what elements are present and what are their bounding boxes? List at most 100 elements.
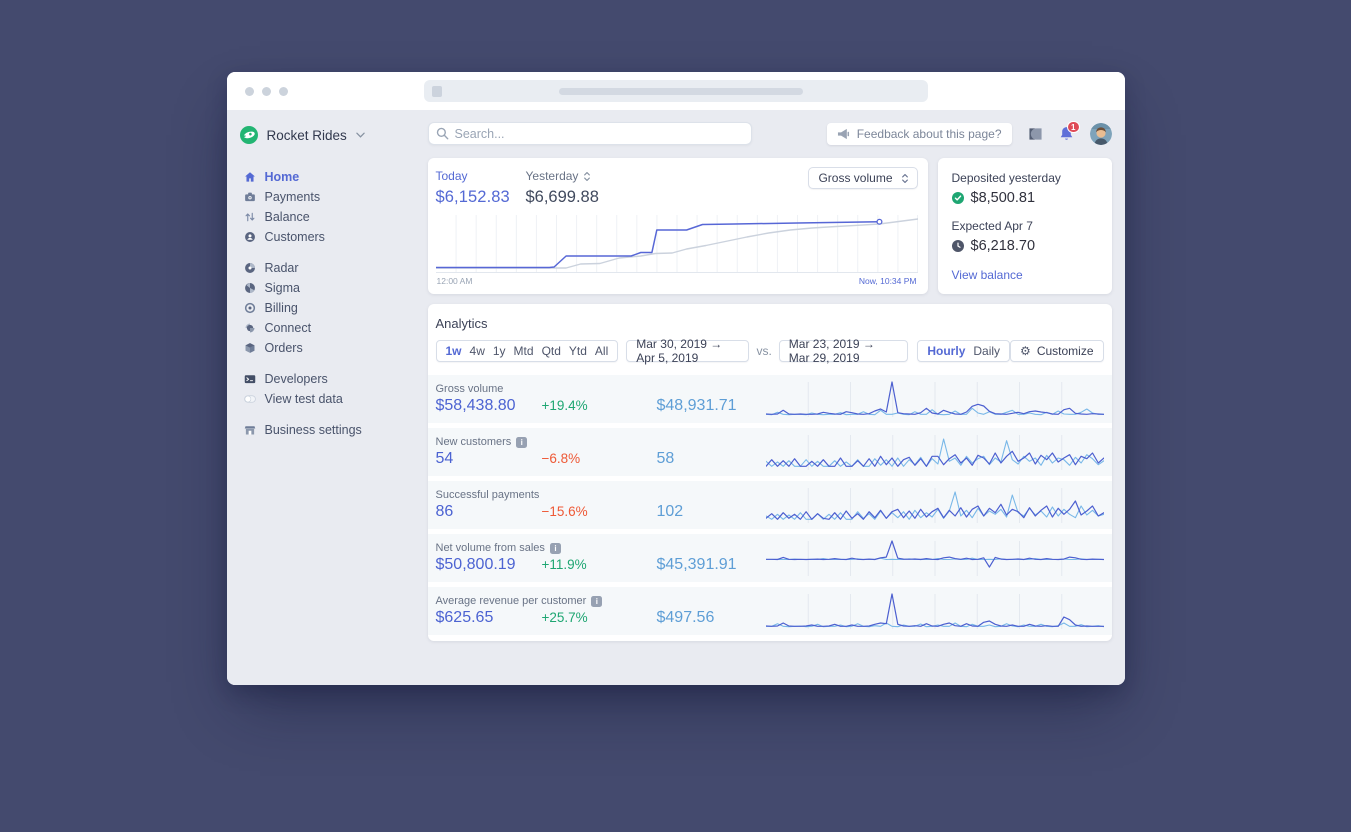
yesterday-column: Yesterday $6,699.88 <box>526 169 616 207</box>
notifications-button[interactable]: 1 <box>1059 120 1080 142</box>
metric-label: Successful payments <box>435 489 540 501</box>
feedback-button[interactable]: Feedback about this page? <box>826 122 1012 145</box>
test-data-toggle <box>243 393 257 405</box>
sidebar-item-business-settings[interactable]: Business settings <box>227 420 420 440</box>
sidebar-nav: Home Payments Balance Customers Radar Sigma Bi… <box>227 167 420 440</box>
nav-group: Home Payments Balance Customers <box>227 167 420 247</box>
sidebar-item-sigma[interactable]: Sigma <box>227 278 420 298</box>
granularity-hourly[interactable]: Hourly <box>927 344 965 358</box>
analytics-card: Analytics 1w 4w 1y Mtd Qtd Ytd All Mar 30, 201… <box>427 304 1112 641</box>
browser-chrome <box>226 72 1125 110</box>
sidebar-item-home[interactable]: Home <box>227 167 420 187</box>
clock-icon <box>951 240 964 252</box>
current-period-picker[interactable]: Mar 30, 2019 → Apr 5, 2019 <box>626 337 750 365</box>
billing-icon <box>243 302 257 314</box>
account-switcher[interactable]: Rocket Rides <box>227 126 420 144</box>
sidebar-item-radar[interactable]: Radar <box>227 258 420 278</box>
customize-button[interactable]: ⚙ Customize <box>1010 340 1104 362</box>
window-control-dot[interactable] <box>261 86 271 96</box>
metric-rows: Gross volume $58,438.80 +19.4% $48,931.7… <box>427 375 1112 635</box>
window-control-dot[interactable] <box>244 86 254 96</box>
sidebar-item-label: Business settings <box>264 423 362 437</box>
deposited-label: Deposited yesterday <box>951 171 1061 185</box>
developers-icon <box>243 373 257 385</box>
sparkline-wrap <box>765 486 1104 524</box>
home-icon <box>243 171 257 183</box>
metric-current-value: 54 <box>435 450 454 467</box>
axis-end-label: Now, 10:34 PM <box>858 276 917 286</box>
megaphone-icon <box>837 128 849 139</box>
comparison-selector[interactable]: Yesterday <box>526 169 616 183</box>
payments-icon <box>243 191 257 203</box>
info-icon[interactable]: i <box>591 595 603 607</box>
search-input[interactable] <box>427 122 752 145</box>
search-box <box>427 122 752 145</box>
expected-value: $6,218.70 <box>970 238 1036 254</box>
analytics-filters: 1w 4w 1y Mtd Qtd Ytd All Mar 30, 2019 → Apr 5,… <box>428 337 1112 365</box>
deposited-value-row: $8,500.81 <box>951 190 1098 206</box>
sidebar-item-label: Balance <box>264 210 310 224</box>
range-preset-1w[interactable]: 1w <box>446 344 462 358</box>
metric-previous-value: $45,391.91 <box>656 556 737 573</box>
metric-row-net-volume-from-sales: Net volume from sales i $50,800.19 +11.9… <box>427 534 1112 582</box>
metric-summary: Net volume from sales i $50,800.19 +11.9… <box>436 542 766 574</box>
window-controls[interactable] <box>244 86 288 96</box>
profile-button[interactable] <box>1089 122 1112 145</box>
metric-current-value: $50,800.19 <box>435 556 516 573</box>
range-preset-qtd[interactable]: Qtd <box>542 344 561 358</box>
today-column: Today $6,152.83 <box>436 169 526 207</box>
sidebar-item-payments[interactable]: Payments <box>227 187 420 207</box>
today-label: Today <box>435 169 468 183</box>
metric-current-value: $625.65 <box>435 609 494 626</box>
metric-select[interactable]: Gross volume <box>808 167 918 189</box>
sparkline-chart <box>765 435 1104 470</box>
sidebar-item-billing[interactable]: Billing <box>227 298 420 318</box>
metric-delta: +19.4% <box>541 398 588 413</box>
sort-updown-icon <box>584 171 591 181</box>
expected-label: Expected Apr 7 <box>951 219 1033 233</box>
window-control-dot[interactable] <box>278 86 288 96</box>
sidebar-item-customers[interactable]: Customers <box>227 227 420 247</box>
sidebar-item-label: Payments <box>264 190 321 204</box>
sidebar-item-orders[interactable]: Orders <box>227 338 420 358</box>
sidebar-item-label: Developers <box>264 372 328 386</box>
metric-summary: Gross volume $58,438.80 +19.4% $48,931.7… <box>436 383 766 415</box>
sparkline-chart <box>765 540 1104 576</box>
metric-summary: New customers i 54 −6.8% 58 <box>436 436 766 468</box>
yesterday-value: $6,699.88 <box>525 188 599 206</box>
range-preset-all[interactable]: All <box>595 344 608 358</box>
previous-period-picker[interactable]: Mar 23, 2019 → Mar 29, 2019 <box>778 337 909 365</box>
metric-previous-value: $48,931.71 <box>656 397 737 414</box>
sidebar-item-developers[interactable]: Developers <box>227 369 420 389</box>
metric-row-new-customers: New customers i 54 −6.8% 58 <box>427 428 1112 476</box>
granularity-daily[interactable]: Daily <box>973 344 1000 358</box>
today-endpoint-marker <box>875 218 882 225</box>
metric-label: Net volume from sales <box>435 542 545 554</box>
today-chart-card: Today $6,152.83 Yesterday $6,699.88 Gros… <box>427 158 928 294</box>
sparkline-chart <box>765 593 1104 629</box>
book-icon <box>1028 127 1042 140</box>
nav-group: Business settings <box>227 420 420 440</box>
sidebar-item-label: Radar <box>264 261 299 275</box>
nav-group: Radar Sigma Billing Connect Orders <box>227 258 420 358</box>
range-preset-4w[interactable]: 4w <box>470 344 485 358</box>
range-preset-ytd[interactable]: Ytd <box>569 344 587 358</box>
range-preset-mtd[interactable]: Mtd <box>514 344 534 358</box>
docs-button[interactable] <box>1028 127 1043 141</box>
feedback-label: Feedback about this page? <box>856 126 1002 141</box>
sidebar-item-connect[interactable]: Connect <box>227 318 420 338</box>
info-icon[interactable]: i <box>516 436 528 448</box>
info-icon[interactable]: i <box>549 542 561 554</box>
today-vs-yesterday-chart <box>435 215 918 273</box>
view-balance-link[interactable]: View balance <box>952 268 1023 282</box>
sidebar-item-balance[interactable]: Balance <box>227 207 420 227</box>
sparkline-wrap <box>765 539 1104 577</box>
sidebar-item-label: View test data <box>264 392 343 406</box>
current-period-label: Mar 30, 2019 → Apr 5, 2019 <box>636 337 723 365</box>
select-updown-icon <box>901 173 908 183</box>
range-preset-1y[interactable]: 1y <box>493 344 506 358</box>
yesterday-label: Yesterday <box>525 169 579 183</box>
address-bar[interactable] <box>423 80 928 102</box>
sidebar-item-view-test-data[interactable]: View test data <box>227 389 420 409</box>
main-content: Feedback about this page? 1 <box>420 110 1125 685</box>
